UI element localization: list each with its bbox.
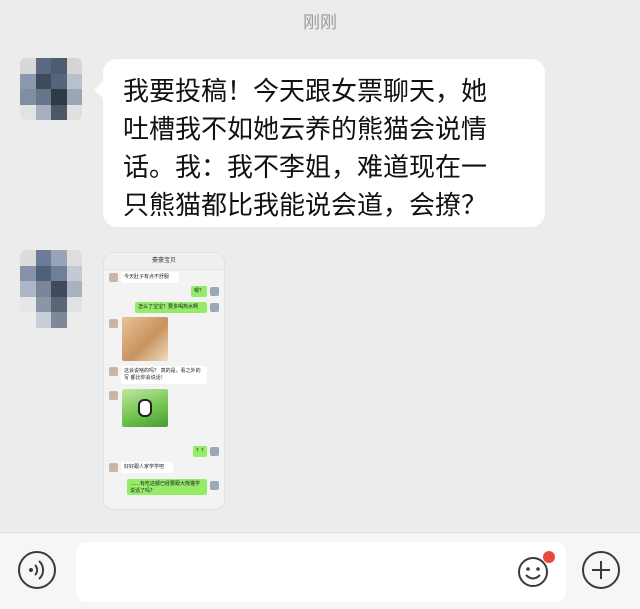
voice-button[interactable]: [18, 551, 56, 589]
screenshot-header: 豪豪宝贝: [104, 253, 224, 270]
cat-photo: [122, 317, 168, 361]
screenshot-avatar: [210, 447, 219, 456]
notification-dot: [543, 551, 555, 563]
screenshot-bubble: 这会说啥的吗？ 真的是，看之外的写 都比你会说话！: [121, 366, 207, 384]
screenshot-avatar: [109, 391, 118, 400]
chat-input-bar: [0, 532, 640, 609]
screenshot-avatar: [210, 481, 219, 490]
message-input[interactable]: [76, 542, 566, 602]
screenshot-avatar: [109, 319, 118, 328]
screenshot-avatar: [210, 303, 219, 312]
screenshot-avatar: [210, 287, 219, 296]
screenshot-bubble: ？？: [193, 446, 207, 457]
voice-icon: [29, 560, 45, 580]
screenshot-bubble: ……有吃这都已经要跟大熊猫学说话了吗？: [127, 479, 207, 495]
avatar[interactable]: [20, 250, 82, 328]
plus-icon: [592, 561, 610, 579]
message-line: 吐槽我不如她云养的熊猫会说情: [123, 115, 488, 145]
screenshot-avatar: [109, 463, 118, 472]
message-line: 只熊猫都比我能说会道，会撩？: [123, 191, 488, 221]
message-line: 话。我：我不李姐，难道现在一: [123, 153, 488, 183]
screenshot-bubble: 嗯？: [191, 286, 207, 297]
avatar[interactable]: [20, 58, 82, 120]
screenshot-bubble: 好好跟人家学学吧: [121, 462, 173, 473]
add-button[interactable]: [582, 551, 620, 589]
screenshot-avatar: [109, 273, 118, 282]
panda-photo: [122, 389, 168, 427]
text-message-bubble[interactable]: 我要投稿！今天跟女票聊天，她 吐槽我不如她云养的熊猫会说情 话。我：我不李姐，难…: [94, 59, 545, 227]
message-line: 我要投稿！今天跟女票聊天，她: [123, 77, 488, 107]
message-timestamp: 刚刚: [303, 13, 337, 33]
screenshot-bubble: 怎么了宝宝？要多喝热水啊: [135, 302, 207, 313]
screenshot-bubble: 今天肚子有点不舒服: [121, 272, 179, 283]
screenshot-avatar: [109, 367, 118, 376]
image-message-screenshot[interactable]: 豪豪宝贝 今天肚子有点不舒服 嗯？ 怎么了宝宝？要多喝热水啊 这会说啥的吗？ 真…: [103, 252, 225, 510]
